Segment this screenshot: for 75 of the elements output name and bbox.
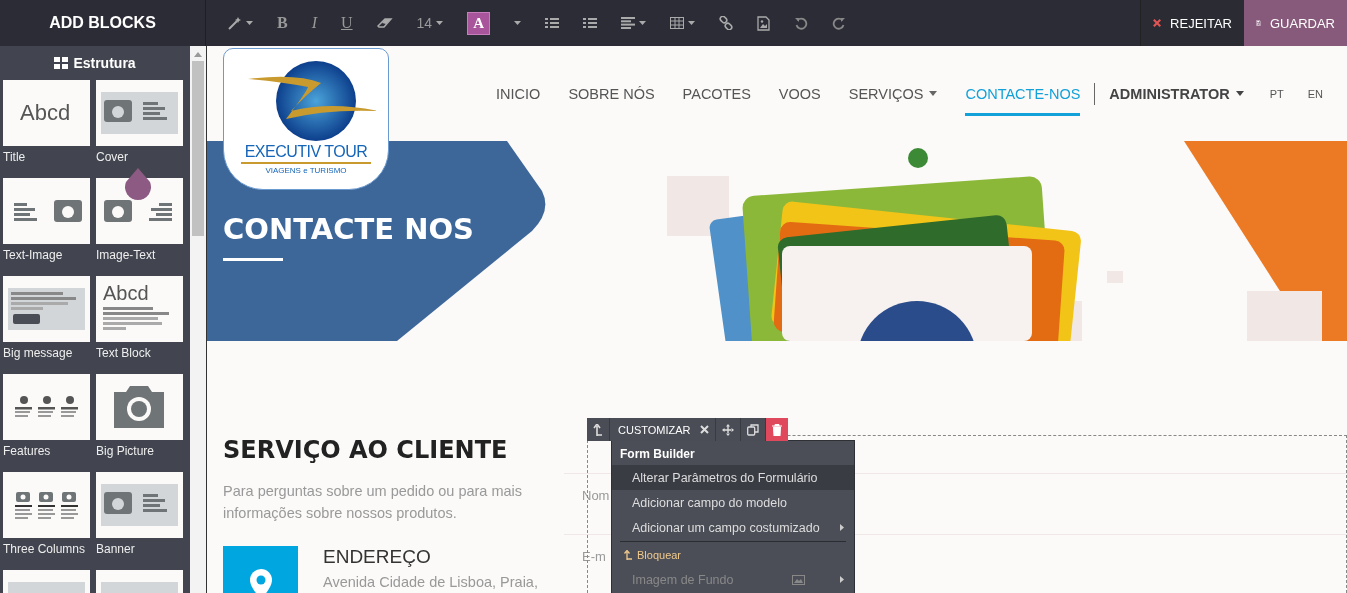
block-thumbnail[interactable] — [3, 472, 90, 538]
block-label: Banner — [96, 542, 136, 556]
scrollbar[interactable] — [190, 46, 206, 593]
block-thumbnail[interactable]: Abcd — [96, 276, 183, 342]
logo-name: EXECUTIV TOUR — [240, 143, 372, 164]
section-heading: SERVIÇO AO CLIENTE — [223, 436, 509, 464]
close-icon — [1153, 18, 1162, 28]
block-label: Big message — [3, 346, 74, 360]
nav-link[interactable]: SERVIÇOS — [834, 70, 952, 117]
section-text: Para perguntas sobre um pedido ou para mais informações sobre nossos produtos. — [223, 482, 524, 523]
block-label: Image-Text — [96, 248, 157, 262]
table-icon — [670, 17, 685, 29]
block-thumbnail[interactable]: Abcd — [3, 80, 90, 146]
toolbar-button[interactable]: I — [305, 10, 323, 36]
block-label: Text-Image — [3, 248, 64, 262]
link-icon — [719, 16, 734, 30]
menu-item[interactable]: Adicionar campo do modelo — [612, 490, 854, 515]
delete-button[interactable] — [765, 418, 788, 441]
save-button[interactable]: GUARDAR — [1244, 0, 1347, 46]
sample-text: Abcd — [103, 282, 149, 304]
nav-link[interactable]: PT — [1257, 70, 1296, 117]
address-text: Avenida Cidade de Lisboa, Praia, — [323, 574, 538, 590]
scrollbar-thumb[interactable] — [192, 61, 204, 236]
bullet-list-icon — [545, 17, 560, 29]
block-label: Title — [3, 150, 27, 164]
eraser-icon — [376, 17, 393, 29]
block-label: Cover — [96, 150, 129, 164]
nav-link[interactable]: SOBRE NÓS — [554, 70, 669, 117]
undo-icon — [794, 16, 809, 30]
block-thumbnail[interactable] — [3, 178, 90, 244]
close-icon — [699, 425, 709, 434]
block-thumbnail[interactable] — [96, 374, 183, 440]
menu-item[interactable]: Bloquear — [612, 543, 854, 567]
nav-link[interactable]: ADMINISTRATOR — [1095, 70, 1258, 117]
wand-icon — [228, 16, 242, 30]
block-label: Text Block — [96, 346, 152, 360]
hero-title: CONTACTE NOS — [223, 214, 474, 246]
toolbar-button[interactable]: B — [271, 10, 294, 36]
address-title: ENDEREÇO — [323, 546, 432, 568]
submenu-arrow-icon — [840, 524, 844, 531]
trash-icon — [771, 423, 782, 436]
nav-link[interactable]: PACOTES — [668, 70, 765, 117]
move-icon — [721, 423, 734, 436]
block-label: Big Picture — [96, 444, 156, 458]
image-file-icon — [757, 15, 771, 31]
image-icon — [792, 574, 805, 585]
submenu-arrow-icon — [840, 576, 844, 583]
logo-tagline: VIAGENS e TURISMO — [265, 166, 347, 175]
block-thumbnail[interactable] — [96, 80, 183, 146]
grid-icon — [54, 57, 69, 69]
align-left-icon — [621, 17, 636, 29]
block-label: Features — [3, 444, 52, 458]
menu-header: Form Builder — [619, 446, 696, 463]
block-thumbnail[interactable] — [96, 178, 183, 244]
nav-link[interactable]: EN — [1295, 70, 1335, 117]
block-label: Three Columns — [3, 542, 87, 556]
drop-marker-icon — [123, 168, 153, 202]
toolbar-button[interactable]: 14 — [410, 11, 450, 35]
menu-item[interactable]: Adicionar um campo costumizado — [612, 515, 854, 540]
scroll-up-icon[interactable] — [194, 52, 202, 57]
block-thumbnail[interactable] — [3, 374, 90, 440]
nav-link[interactable]: INICIO — [482, 70, 555, 117]
block-thumbnail[interactable] — [3, 276, 90, 342]
redo-icon — [832, 16, 847, 30]
copy-icon — [746, 423, 759, 436]
block-thumbnail[interactable] — [96, 472, 183, 538]
arrow-up-icon — [624, 550, 632, 560]
nav-link[interactable]: VOOS — [764, 70, 835, 117]
sample-text: Abcd — [20, 100, 71, 125]
arrow-up-icon — [593, 423, 603, 436]
section-header: Estrutura — [0, 46, 190, 80]
menu-item[interactable]: Alterar Parâmetros do Formulário — [612, 465, 854, 490]
toolbar-button[interactable]: U — [335, 10, 359, 36]
numbered-list-icon — [583, 17, 598, 29]
field-label: Nom — [582, 488, 610, 503]
